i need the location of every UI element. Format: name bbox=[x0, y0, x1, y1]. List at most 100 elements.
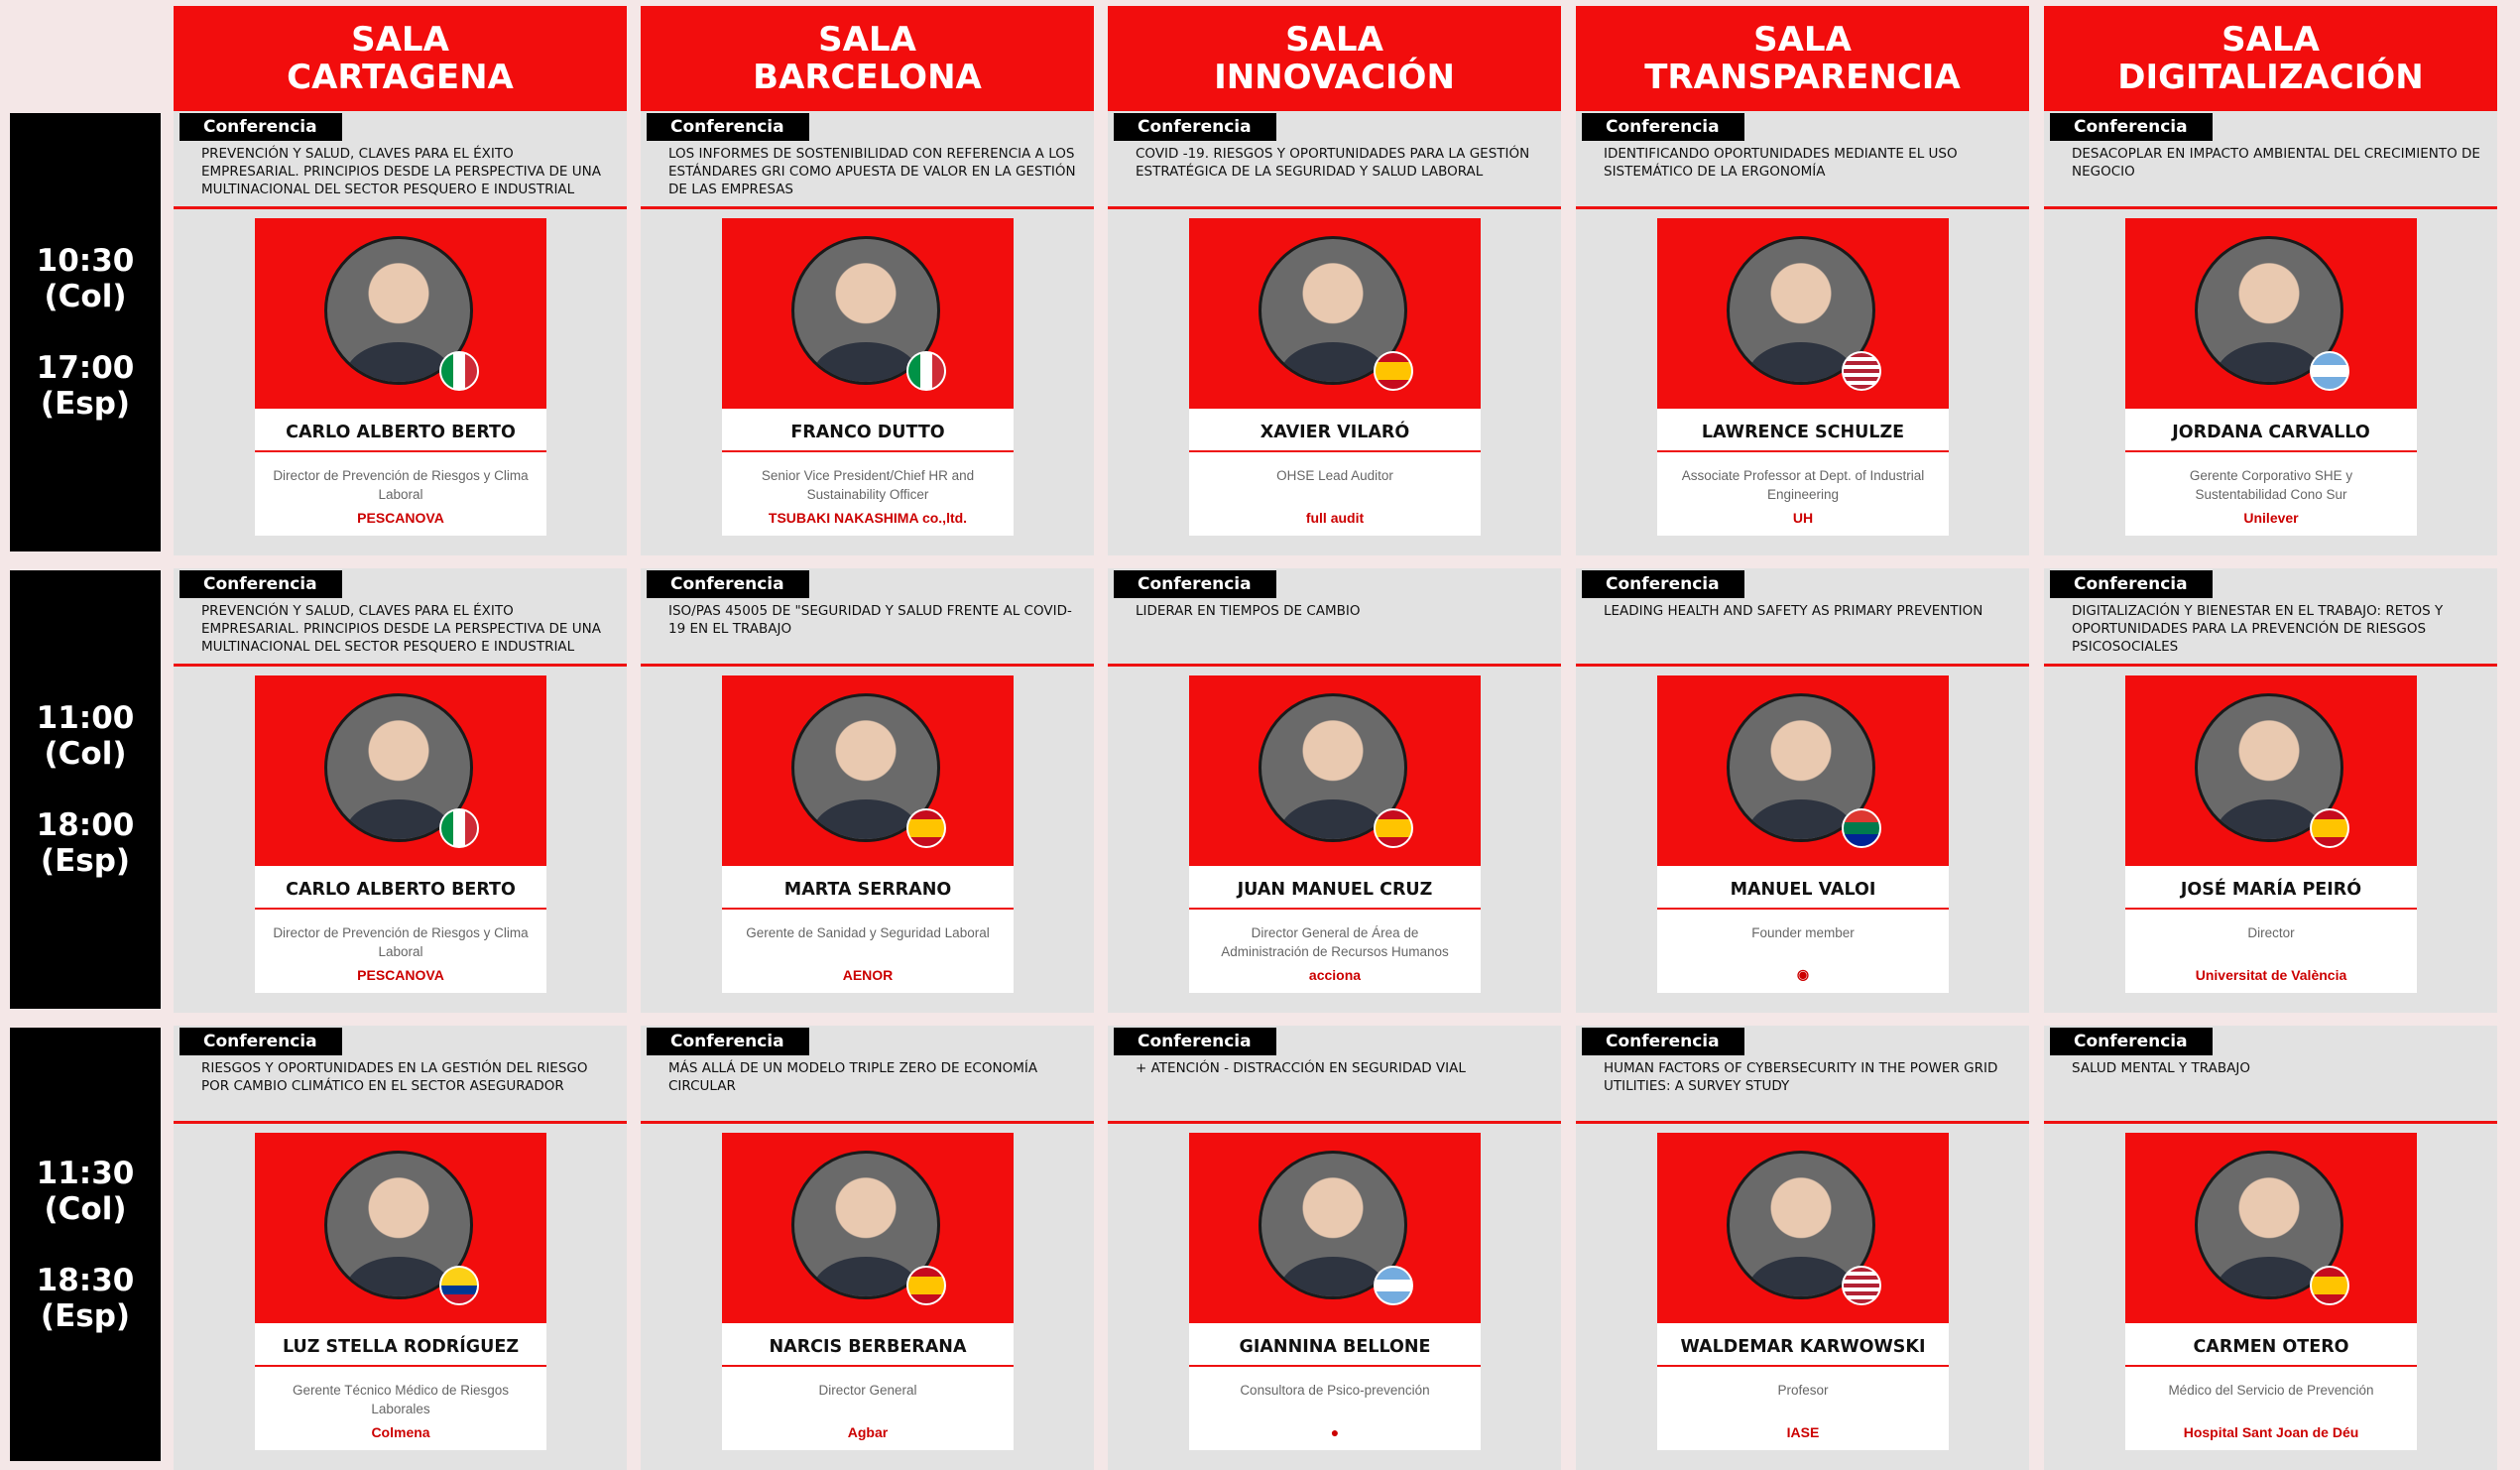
speaker-role: Director de Prevención de Riesgos y Clim… bbox=[273, 925, 529, 959]
session-cell[interactable]: Conferencia Prevención y salud, claves pa… bbox=[174, 568, 627, 1013]
speaker-role: OHSE Lead Auditor bbox=[1276, 468, 1393, 483]
conference-badge: Conferencia bbox=[1114, 1028, 1276, 1055]
room-header-line2: INNOVACIÓN bbox=[1214, 58, 1455, 97]
company-logo: ● bbox=[1330, 1424, 1340, 1440]
speaker-photo-area bbox=[722, 1133, 1014, 1323]
speaker-photo-area bbox=[255, 1133, 546, 1323]
speaker-card: CARLO ALBERTO BERTO Director de Prevenció… bbox=[255, 675, 546, 993]
company-logo: Hospital Sant Joan de Déu bbox=[2183, 1424, 2359, 1440]
divider bbox=[1189, 450, 1481, 452]
esp-time: 18:30 bbox=[36, 1262, 135, 1298]
country-flag-icon bbox=[2310, 808, 2349, 848]
company-logo: IASE bbox=[1786, 1424, 1820, 1440]
session-topic: + Atención - Distracción en seguridad vi… bbox=[1136, 1060, 1466, 1076]
session-cell[interactable]: Conferencia + Atención - Distracción en s… bbox=[1108, 1026, 1561, 1470]
session-cell[interactable]: Conferencia Más allá de un modelo triple … bbox=[641, 1026, 1094, 1470]
speaker-name: CARLO ALBERTO BERTO bbox=[286, 423, 516, 442]
session-topic: Prevención y salud, claves para el éxito… bbox=[201, 603, 601, 655]
company-logo: PESCANOVA bbox=[357, 510, 444, 526]
speaker-role: Profesor bbox=[1777, 1383, 1829, 1398]
session-topic: Human factors of cybersecurity in the po… bbox=[1604, 1060, 1998, 1094]
speaker-name: JOSÉ MARÍA PEIRÓ bbox=[2180, 880, 2362, 900]
country-flag-icon bbox=[439, 808, 479, 848]
room-header-barcelona: SALA BARCELONA bbox=[641, 6, 1094, 111]
divider bbox=[1108, 206, 1561, 209]
divider bbox=[1108, 664, 1561, 667]
speaker-card: JOSÉ MARÍA PEIRÓ Director Universitat de V… bbox=[2125, 675, 2417, 993]
company-logo: Agbar bbox=[847, 1424, 889, 1440]
col-zone: (Col) bbox=[44, 1190, 127, 1227]
session-topic: Digitalización y bienestar en el trabajo… bbox=[2072, 603, 2444, 655]
speaker-card: NARCIS BERBERANA Director General Agbar bbox=[722, 1133, 1014, 1450]
speaker-card: WALDEMAR KARWOWSKI Profesor IASE bbox=[1657, 1133, 1949, 1450]
session-cell[interactable]: Conferencia Riesgos y oportunidades en la… bbox=[174, 1026, 627, 1470]
session-cell[interactable]: Conferencia Human factors of cybersecurit… bbox=[1576, 1026, 2029, 1470]
speaker-role: Director bbox=[2247, 925, 2295, 940]
company-logo: TSUBAKI NAKASHIMA co.,ltd. bbox=[768, 510, 968, 526]
session-topic: Liderar en tiempos de cambio bbox=[1136, 603, 1361, 619]
divider bbox=[2044, 1121, 2497, 1124]
session-cell[interactable]: Conferencia Liderar en tiempos de cambio J… bbox=[1108, 568, 1561, 1013]
conference-badge: Conferencia bbox=[2050, 113, 2213, 141]
conference-schedule: SALA CARTAGENA SALA BARCELONA SALA INNOV… bbox=[0, 0, 2520, 1470]
divider bbox=[1189, 1365, 1481, 1367]
session-topic: Los informes de sostenibilidad con refer… bbox=[668, 146, 1076, 197]
speaker-role: Gerente Técnico Médico de Riesgos Labora… bbox=[292, 1383, 510, 1416]
session-cell[interactable]: Conferencia Leading health and safety as … bbox=[1576, 568, 2029, 1013]
speaker-name: JORDANA CARVALLO bbox=[2172, 423, 2370, 442]
divider bbox=[255, 908, 546, 910]
divider bbox=[2044, 664, 2497, 667]
speaker-photo-area bbox=[255, 218, 546, 409]
col-zone: (Col) bbox=[44, 279, 127, 314]
company-logo: full audit bbox=[1305, 510, 1365, 526]
speaker-role: Director General bbox=[818, 1383, 917, 1398]
divider bbox=[1189, 908, 1481, 910]
session-cell[interactable]: Conferencia Salud mental y trabajo CARMEN … bbox=[2044, 1026, 2497, 1470]
speaker-card: CARLO ALBERTO BERTO Director de Prevenció… bbox=[255, 218, 546, 536]
company-logo: UH bbox=[1792, 510, 1814, 526]
speaker-card: GIANNINA BELLONE Consultora de Psico-prev… bbox=[1189, 1133, 1481, 1450]
speaker-photo-area bbox=[722, 675, 1014, 866]
company-logo: PESCANOVA bbox=[357, 967, 444, 983]
session-topic: Identificando oportunidades mediante el … bbox=[1604, 146, 1958, 180]
esp-time: 18:00 bbox=[36, 807, 135, 843]
speaker-name: CARMEN OTERO bbox=[2193, 1337, 2349, 1357]
divider bbox=[641, 664, 1094, 667]
speaker-photo-area bbox=[1657, 675, 1949, 866]
speaker-role: Director de Prevención de Riesgos y Clim… bbox=[273, 468, 529, 502]
room-header-line1: SALA bbox=[2221, 20, 2320, 60]
speaker-card: CARMEN OTERO Médico del Servicio de Preve… bbox=[2125, 1133, 2417, 1450]
session-cell[interactable]: Conferencia Identificando oportunidades m… bbox=[1576, 111, 2029, 555]
speaker-card: MARTA SERRANO Gerente de Sanidad y Seguri… bbox=[722, 675, 1014, 993]
session-cell[interactable]: Conferencia Desacoplar en impacto ambient… bbox=[2044, 111, 2497, 555]
divider bbox=[174, 664, 627, 667]
company-logo: Unilever bbox=[2243, 510, 2299, 526]
speaker-photo-area bbox=[2125, 218, 2417, 409]
country-flag-icon bbox=[1842, 1266, 1881, 1305]
session-topic: ISO/PAS 45005 de "Seguridad y salud fren… bbox=[668, 603, 1072, 637]
divider bbox=[722, 908, 1014, 910]
speaker-name: MANUEL VALOI bbox=[1730, 880, 1876, 900]
session-cell[interactable]: Conferencia Digitalización y bienestar en… bbox=[2044, 568, 2497, 1013]
session-topic: Desacoplar en impacto ambiental del crec… bbox=[2072, 146, 2480, 180]
company-logo: ◉ bbox=[1796, 966, 1810, 982]
speaker-photo-area bbox=[1189, 218, 1481, 409]
session-cell[interactable]: Conferencia Covid -19. Riesgos y oportuni… bbox=[1108, 111, 1561, 555]
speaker-role: Senior Vice President/Chief HR and Susta… bbox=[761, 468, 975, 502]
divider bbox=[174, 206, 627, 209]
divider bbox=[174, 1121, 627, 1124]
divider bbox=[2125, 908, 2417, 910]
speaker-photo-area bbox=[1657, 218, 1949, 409]
country-flag-icon bbox=[2310, 1266, 2349, 1305]
session-cell[interactable]: Conferencia ISO/PAS 45005 de "Seguridad y… bbox=[641, 568, 1094, 1013]
col-zone: (Col) bbox=[44, 736, 127, 772]
divider bbox=[2044, 206, 2497, 209]
divider bbox=[722, 450, 1014, 452]
session-cell[interactable]: Conferencia Prevención y salud, claves pa… bbox=[174, 111, 627, 555]
speaker-role: Founder member bbox=[1751, 925, 1855, 940]
esp-zone: (Esp) bbox=[40, 386, 131, 422]
session-cell[interactable]: Conferencia Los informes de sostenibilida… bbox=[641, 111, 1094, 555]
session-topic: Salud mental y trabajo bbox=[2072, 1060, 2250, 1076]
speaker-name: JUAN MANUEL CRUZ bbox=[1237, 880, 1433, 900]
conference-badge: Conferencia bbox=[647, 113, 809, 141]
